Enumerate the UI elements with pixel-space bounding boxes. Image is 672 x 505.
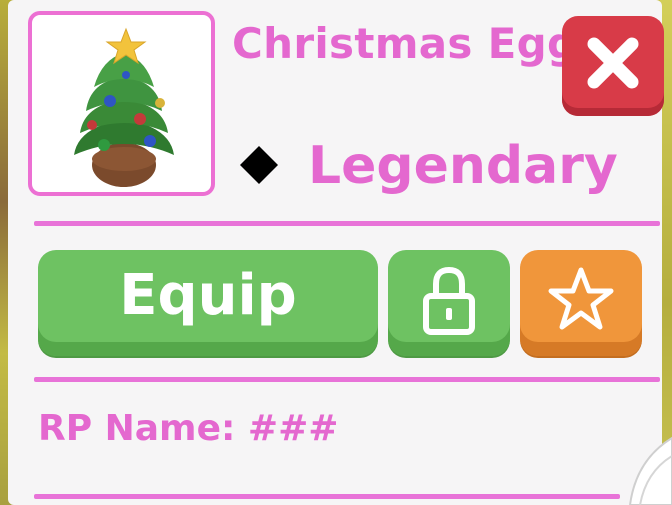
pet-info-panel: Christmas Egg Legendary Equip RP Name: #… [8,0,664,505]
close-button[interactable] [562,16,664,116]
lock-button[interactable] [388,250,510,356]
favorite-button[interactable] [520,250,642,356]
lock-icon [423,266,475,335]
divider [34,221,660,226]
christmas-tree-egg-icon [74,27,174,187]
divider [34,377,660,382]
star-icon [548,267,614,330]
page-curl-icon [628,436,672,505]
divider [34,494,620,499]
equip-button-label: Equip [119,263,297,328]
item-thumbnail [28,11,215,196]
diamond-icon [240,146,278,184]
item-name: Christmas Egg [232,19,578,68]
close-icon [587,37,639,89]
equip-button[interactable]: Equip [38,250,378,356]
rarity-label: Legendary [308,136,618,196]
rp-name-label: RP Name: ### [38,408,339,449]
